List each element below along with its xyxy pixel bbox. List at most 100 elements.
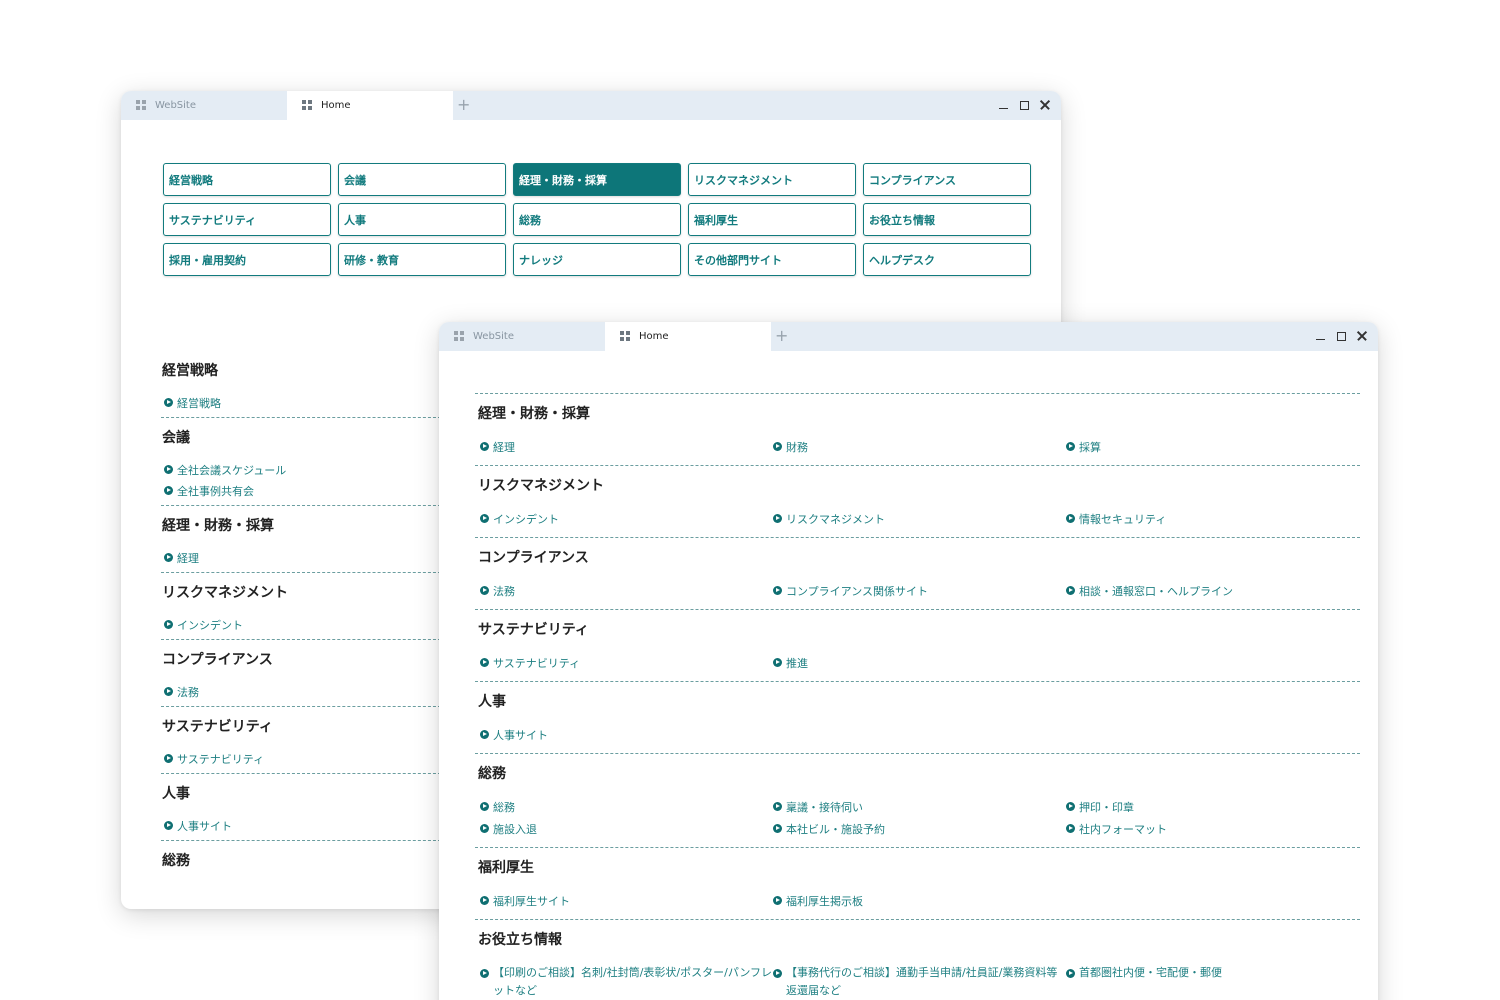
section-link-label: 総務 (493, 800, 515, 814)
nav-button[interactable]: サステナビリティ (163, 203, 331, 236)
nav-button[interactable]: 人事 (338, 203, 506, 236)
nav-button[interactable]: 総務 (513, 203, 681, 236)
section-link[interactable]: 採算 (1066, 436, 1359, 457)
section-title: お役立ち情報 (478, 932, 562, 948)
section-title: 会議 (162, 430, 190, 446)
back-titlebar: WebSite Home + (121, 91, 1061, 120)
arrow-bullet-icon (164, 687, 173, 696)
section-block: 人事 人事サイト (161, 774, 441, 841)
back-tab-home[interactable]: Home (287, 91, 453, 120)
arrow-bullet-icon (164, 553, 173, 562)
nav-button[interactable]: コンプライアンス (863, 163, 1031, 196)
section-link-label: 福利厚生掲示板 (786, 894, 863, 908)
section-link[interactable]: 全社会議スケジュール (164, 459, 441, 480)
section-link[interactable]: サステナビリティ (480, 652, 773, 673)
section-link[interactable]: 相談・通報窓口・ヘルプライン (1066, 580, 1359, 601)
section-link[interactable]: コンプライアンス関係サイト (773, 580, 1066, 601)
section-block: リスクマネジメント インシデント リスクマネジメント 情報セキュリティ (475, 466, 1360, 538)
nav-button[interactable]: お役立ち情報 (863, 203, 1031, 236)
section-link[interactable]: 経理 (480, 436, 773, 457)
section-link[interactable]: 財務 (773, 436, 1066, 457)
arrow-bullet-icon (164, 398, 173, 407)
section-title: 人事 (478, 694, 506, 710)
front-tab-website[interactable]: WebSite (439, 322, 605, 351)
nav-button[interactable]: 採用・雇用契約 (163, 243, 331, 276)
section-link[interactable]: 情報セキュリティ (1066, 508, 1359, 529)
section-title: リスクマネジメント (162, 585, 288, 601)
section-link[interactable]: 人事サイト (164, 815, 441, 836)
nav-button[interactable]: ナレッジ (513, 243, 681, 276)
section-link[interactable]: 法務 (480, 580, 773, 601)
section-links: 経理 (161, 535, 441, 568)
section-links: 【印刷のご相談】名刺/社封筒/表彰状/ポスター/パンフレットなど 【事務代行のご相… (478, 948, 1360, 1000)
section-link[interactable]: 法務 (164, 681, 441, 702)
close-icon[interactable] (1356, 329, 1368, 343)
section-link[interactable]: 施設入退 (480, 818, 773, 839)
nav-button[interactable]: 経理・財務・採算 (513, 163, 681, 196)
maximize-icon[interactable] (1335, 329, 1347, 343)
arrow-bullet-icon (773, 824, 782, 833)
section-link[interactable]: 【印刷のご相談】名刺/社封筒/表彰状/ポスター/パンフレットなど (480, 962, 773, 1000)
nav-button[interactable]: 経営戦略 (163, 163, 331, 196)
section-link[interactable]: 総務 (480, 796, 773, 817)
front-tab-home[interactable]: Home (605, 322, 771, 351)
section-link[interactable]: インシデント (164, 614, 441, 635)
front-titlebar: WebSite Home + (439, 322, 1378, 351)
nav-button[interactable]: その他部門サイト (688, 243, 856, 276)
arrow-bullet-icon (480, 824, 489, 833)
nav-button[interactable]: 会議 (338, 163, 506, 196)
close-icon[interactable] (1039, 98, 1051, 112)
section-link[interactable]: インシデント (480, 508, 773, 529)
nav-button[interactable]: 研修・教育 (338, 243, 506, 276)
section-title: 人事 (162, 786, 190, 802)
section-link[interactable]: 推進 (773, 652, 1066, 673)
new-tab-plus-icon[interactable]: + (457, 96, 470, 114)
new-tab-plus-icon[interactable]: + (775, 327, 788, 345)
section-link-label: 【印刷のご相談】名刺/社封筒/表彰状/ポスター/パンフレットなど (493, 966, 773, 997)
section-link-label: 情報セキュリティ (1079, 512, 1167, 526)
section-title: 福利厚生 (478, 860, 534, 876)
section-link[interactable]: 稟議・接待伺い (773, 796, 1066, 817)
back-tab-website[interactable]: WebSite (121, 91, 287, 120)
section-title: 経営戦略 (162, 363, 218, 379)
section-title: 経理・財務・採算 (162, 518, 274, 534)
section-link[interactable]: 経営戦略 (164, 392, 441, 413)
section-links: 経営戦略 (161, 380, 441, 413)
section-link[interactable]: 【事務代行のご相談】通勤手当申請/社員証/業務資料等返還届など (773, 962, 1066, 1000)
section-link[interactable]: 社内フォーマット (1066, 818, 1359, 839)
section-link[interactable]: サステナビリティ (164, 748, 441, 769)
section-link[interactable]: 首都圏社内便・宅配便・郵便 (1066, 962, 1359, 1000)
section-link[interactable]: 人事サイト (480, 724, 773, 745)
nav-button[interactable]: リスクマネジメント (688, 163, 856, 196)
window-controls (1314, 329, 1368, 343)
tab-label: WebSite (155, 100, 197, 111)
arrow-bullet-icon (1066, 969, 1075, 978)
arrow-bullet-icon (164, 620, 173, 629)
section-link-label: 推進 (786, 656, 808, 670)
section-title: 経理・財務・採算 (478, 406, 590, 422)
arrow-bullet-icon (480, 658, 489, 667)
section-link[interactable]: 全社事例共有会 (164, 480, 441, 501)
tab-label: Home (321, 100, 351, 111)
section-title: サステナビリティ (162, 719, 273, 735)
minimize-icon[interactable] (997, 98, 1009, 112)
arrow-bullet-icon (164, 486, 173, 495)
section-link-label: サステナビリティ (493, 656, 581, 670)
section-block: 経理・財務・採算経理 財務 採算 (475, 394, 1360, 466)
grid-icon (454, 331, 465, 342)
maximize-icon[interactable] (1018, 98, 1030, 112)
section-title: コンプライアンス (162, 652, 273, 668)
section-block: コンプライアンス法務 (161, 640, 441, 707)
section-link[interactable]: 本社ビル・施設予約 (773, 818, 1066, 839)
nav-button[interactable]: 福利厚生 (688, 203, 856, 236)
section-link-label: 法務 (177, 685, 199, 699)
section-link[interactable]: 福利厚生サイト (480, 890, 773, 911)
section-link[interactable]: リスクマネジメント (773, 508, 1066, 529)
arrow-bullet-icon (480, 514, 489, 523)
arrow-bullet-icon (480, 896, 489, 905)
nav-button[interactable]: ヘルプデスク (863, 243, 1031, 276)
section-link[interactable]: 押印・印章 (1066, 796, 1359, 817)
minimize-icon[interactable] (1314, 329, 1326, 343)
section-link[interactable]: 経理 (164, 547, 441, 568)
section-link[interactable]: 福利厚生掲示板 (773, 890, 1066, 911)
